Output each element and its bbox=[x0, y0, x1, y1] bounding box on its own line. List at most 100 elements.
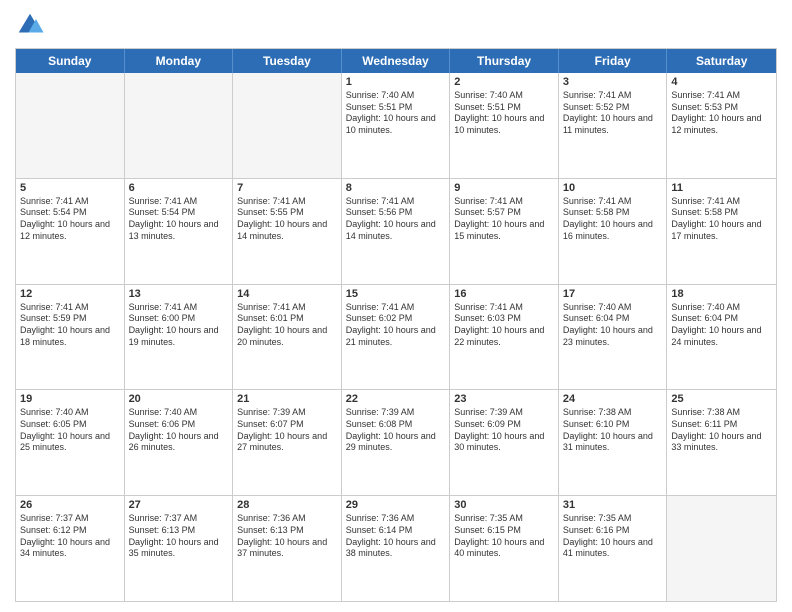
day-number: 18 bbox=[671, 288, 772, 300]
day-info: Sunrise: 7:40 AM Sunset: 6:05 PM Dayligh… bbox=[20, 407, 120, 454]
day-info: Sunrise: 7:41 AM Sunset: 6:03 PM Dayligh… bbox=[454, 302, 554, 349]
day-info: Sunrise: 7:41 AM Sunset: 6:00 PM Dayligh… bbox=[129, 302, 229, 349]
day-cell-10: 10Sunrise: 7:41 AM Sunset: 5:58 PM Dayli… bbox=[559, 179, 668, 284]
day-info: Sunrise: 7:41 AM Sunset: 5:57 PM Dayligh… bbox=[454, 196, 554, 243]
day-info: Sunrise: 7:41 AM Sunset: 5:59 PM Dayligh… bbox=[20, 302, 120, 349]
day-number: 9 bbox=[454, 182, 554, 194]
day-cell-19: 19Sunrise: 7:40 AM Sunset: 6:05 PM Dayli… bbox=[16, 390, 125, 495]
day-cell-12: 12 Sunrise: 7:41 AM Sunset: 5:59 PM Dayli… bbox=[16, 285, 125, 390]
day-number: 5 bbox=[20, 182, 120, 194]
day-info: Sunrise: 7:41 AM Sunset: 6:01 PM Dayligh… bbox=[237, 302, 337, 349]
day-number: 29 bbox=[346, 499, 446, 511]
empty-cell bbox=[667, 496, 776, 601]
calendar-row-4: 19Sunrise: 7:40 AM Sunset: 6:05 PM Dayli… bbox=[16, 389, 776, 495]
calendar-row-2: 5 Sunrise: 7:41 AM Sunset: 5:54 PM Daylig… bbox=[16, 178, 776, 284]
day-number: 1 bbox=[346, 76, 446, 88]
day-number: 11 bbox=[671, 182, 772, 194]
day-number: 31 bbox=[563, 499, 663, 511]
day-cell-5: 5 Sunrise: 7:41 AM Sunset: 5:54 PM Daylig… bbox=[16, 179, 125, 284]
day-info: Sunrise: 7:41 AM Sunset: 5:54 PM Dayligh… bbox=[129, 196, 229, 243]
header bbox=[15, 10, 777, 40]
day-info: Sunrise: 7:38 AM Sunset: 6:10 PM Dayligh… bbox=[563, 407, 663, 454]
day-cell-25: 25 Sunrise: 7:38 AM Sunset: 6:11 PM Dayli… bbox=[667, 390, 776, 495]
day-number: 26 bbox=[20, 499, 120, 511]
calendar-header: SundayMondayTuesdayWednesdayThursdayFrid… bbox=[16, 49, 776, 73]
logo bbox=[15, 10, 49, 40]
day-number: 27 bbox=[129, 499, 229, 511]
day-cell-13: 13 Sunrise: 7:41 AM Sunset: 6:00 PM Dayli… bbox=[125, 285, 234, 390]
day-cell-4: 4 Sunrise: 7:41 AM Sunset: 5:53 PM Daylig… bbox=[667, 73, 776, 178]
day-cell-31: 31 Sunrise: 7:35 AM Sunset: 6:16 PM Dayli… bbox=[559, 496, 668, 601]
day-cell-30: 30 Sunrise: 7:35 AM Sunset: 6:15 PM Dayli… bbox=[450, 496, 559, 601]
day-number: 15 bbox=[346, 288, 446, 300]
day-cell-22: 22 Sunrise: 7:39 AM Sunset: 6:08 PM Dayli… bbox=[342, 390, 451, 495]
day-info: Sunrise: 7:41 AM Sunset: 5:56 PM Dayligh… bbox=[346, 196, 446, 243]
day-cell-11: 11Sunrise: 7:41 AM Sunset: 5:58 PM Dayli… bbox=[667, 179, 776, 284]
day-info: Sunrise: 7:37 AM Sunset: 6:12 PM Dayligh… bbox=[20, 513, 120, 560]
day-info: Sunrise: 7:37 AM Sunset: 6:13 PM Dayligh… bbox=[129, 513, 229, 560]
empty-cell bbox=[125, 73, 234, 178]
day-info: Sunrise: 7:41 AM Sunset: 6:02 PM Dayligh… bbox=[346, 302, 446, 349]
day-cell-9: 9 Sunrise: 7:41 AM Sunset: 5:57 PM Daylig… bbox=[450, 179, 559, 284]
day-number: 6 bbox=[129, 182, 229, 194]
empty-cell bbox=[16, 73, 125, 178]
weekday-header-tuesday: Tuesday bbox=[233, 49, 342, 73]
day-info: Sunrise: 7:41 AM Sunset: 5:54 PM Dayligh… bbox=[20, 196, 120, 243]
day-number: 20 bbox=[129, 393, 229, 405]
day-cell-23: 23 Sunrise: 7:39 AM Sunset: 6:09 PM Dayli… bbox=[450, 390, 559, 495]
day-number: 22 bbox=[346, 393, 446, 405]
day-number: 10 bbox=[563, 182, 663, 194]
weekday-header-thursday: Thursday bbox=[450, 49, 559, 73]
day-info: Sunrise: 7:40 AM Sunset: 5:51 PM Dayligh… bbox=[454, 90, 554, 137]
day-number: 25 bbox=[671, 393, 772, 405]
day-info: Sunrise: 7:41 AM Sunset: 5:53 PM Dayligh… bbox=[671, 90, 772, 137]
day-info: Sunrise: 7:39 AM Sunset: 6:09 PM Dayligh… bbox=[454, 407, 554, 454]
day-info: Sunrise: 7:40 AM Sunset: 6:04 PM Dayligh… bbox=[671, 302, 772, 349]
calendar-body: 1 Sunrise: 7:40 AM Sunset: 5:51 PM Daylig… bbox=[16, 73, 776, 601]
day-cell-20: 20Sunrise: 7:40 AM Sunset: 6:06 PM Dayli… bbox=[125, 390, 234, 495]
day-info: Sunrise: 7:40 AM Sunset: 6:04 PM Dayligh… bbox=[563, 302, 663, 349]
day-number: 28 bbox=[237, 499, 337, 511]
day-cell-7: 7Sunrise: 7:41 AM Sunset: 5:55 PM Daylig… bbox=[233, 179, 342, 284]
day-cell-8: 8 Sunrise: 7:41 AM Sunset: 5:56 PM Daylig… bbox=[342, 179, 451, 284]
day-cell-18: 18 Sunrise: 7:40 AM Sunset: 6:04 PM Dayli… bbox=[667, 285, 776, 390]
day-info: Sunrise: 7:39 AM Sunset: 6:07 PM Dayligh… bbox=[237, 407, 337, 454]
day-info: Sunrise: 7:38 AM Sunset: 6:11 PM Dayligh… bbox=[671, 407, 772, 454]
day-info: Sunrise: 7:40 AM Sunset: 5:51 PM Dayligh… bbox=[346, 90, 446, 137]
calendar-row-3: 12 Sunrise: 7:41 AM Sunset: 5:59 PM Dayli… bbox=[16, 284, 776, 390]
day-cell-16: 16 Sunrise: 7:41 AM Sunset: 6:03 PM Dayli… bbox=[450, 285, 559, 390]
day-number: 3 bbox=[563, 76, 663, 88]
day-info: Sunrise: 7:39 AM Sunset: 6:08 PM Dayligh… bbox=[346, 407, 446, 454]
day-number: 30 bbox=[454, 499, 554, 511]
day-cell-24: 24 Sunrise: 7:38 AM Sunset: 6:10 PM Dayli… bbox=[559, 390, 668, 495]
day-cell-29: 29 Sunrise: 7:36 AM Sunset: 6:14 PM Dayli… bbox=[342, 496, 451, 601]
day-number: 24 bbox=[563, 393, 663, 405]
day-number: 8 bbox=[346, 182, 446, 194]
day-number: 21 bbox=[237, 393, 337, 405]
day-cell-28: 28Sunrise: 7:36 AM Sunset: 6:13 PM Dayli… bbox=[233, 496, 342, 601]
day-info: Sunrise: 7:35 AM Sunset: 6:15 PM Dayligh… bbox=[454, 513, 554, 560]
calendar-row-5: 26 Sunrise: 7:37 AM Sunset: 6:12 PM Dayli… bbox=[16, 495, 776, 601]
day-cell-26: 26 Sunrise: 7:37 AM Sunset: 6:12 PM Dayli… bbox=[16, 496, 125, 601]
day-number: 14 bbox=[237, 288, 337, 300]
day-cell-14: 14 Sunrise: 7:41 AM Sunset: 6:01 PM Dayli… bbox=[233, 285, 342, 390]
day-number: 17 bbox=[563, 288, 663, 300]
day-number: 12 bbox=[20, 288, 120, 300]
weekday-header-monday: Monday bbox=[125, 49, 234, 73]
day-info: Sunrise: 7:36 AM Sunset: 6:14 PM Dayligh… bbox=[346, 513, 446, 560]
weekday-header-friday: Friday bbox=[559, 49, 668, 73]
day-number: 4 bbox=[671, 76, 772, 88]
day-number: 13 bbox=[129, 288, 229, 300]
day-cell-27: 27 Sunrise: 7:37 AM Sunset: 6:13 PM Dayli… bbox=[125, 496, 234, 601]
day-info: Sunrise: 7:41 AM Sunset: 5:52 PM Dayligh… bbox=[563, 90, 663, 137]
calendar: SundayMondayTuesdayWednesdayThursdayFrid… bbox=[15, 48, 777, 602]
empty-cell bbox=[233, 73, 342, 178]
day-number: 23 bbox=[454, 393, 554, 405]
weekday-header-saturday: Saturday bbox=[667, 49, 776, 73]
day-number: 16 bbox=[454, 288, 554, 300]
day-number: 7 bbox=[237, 182, 337, 194]
logo-icon bbox=[15, 10, 45, 40]
day-info: Sunrise: 7:35 AM Sunset: 6:16 PM Dayligh… bbox=[563, 513, 663, 560]
calendar-row-1: 1 Sunrise: 7:40 AM Sunset: 5:51 PM Daylig… bbox=[16, 73, 776, 178]
day-cell-2: 2Sunrise: 7:40 AM Sunset: 5:51 PM Daylig… bbox=[450, 73, 559, 178]
